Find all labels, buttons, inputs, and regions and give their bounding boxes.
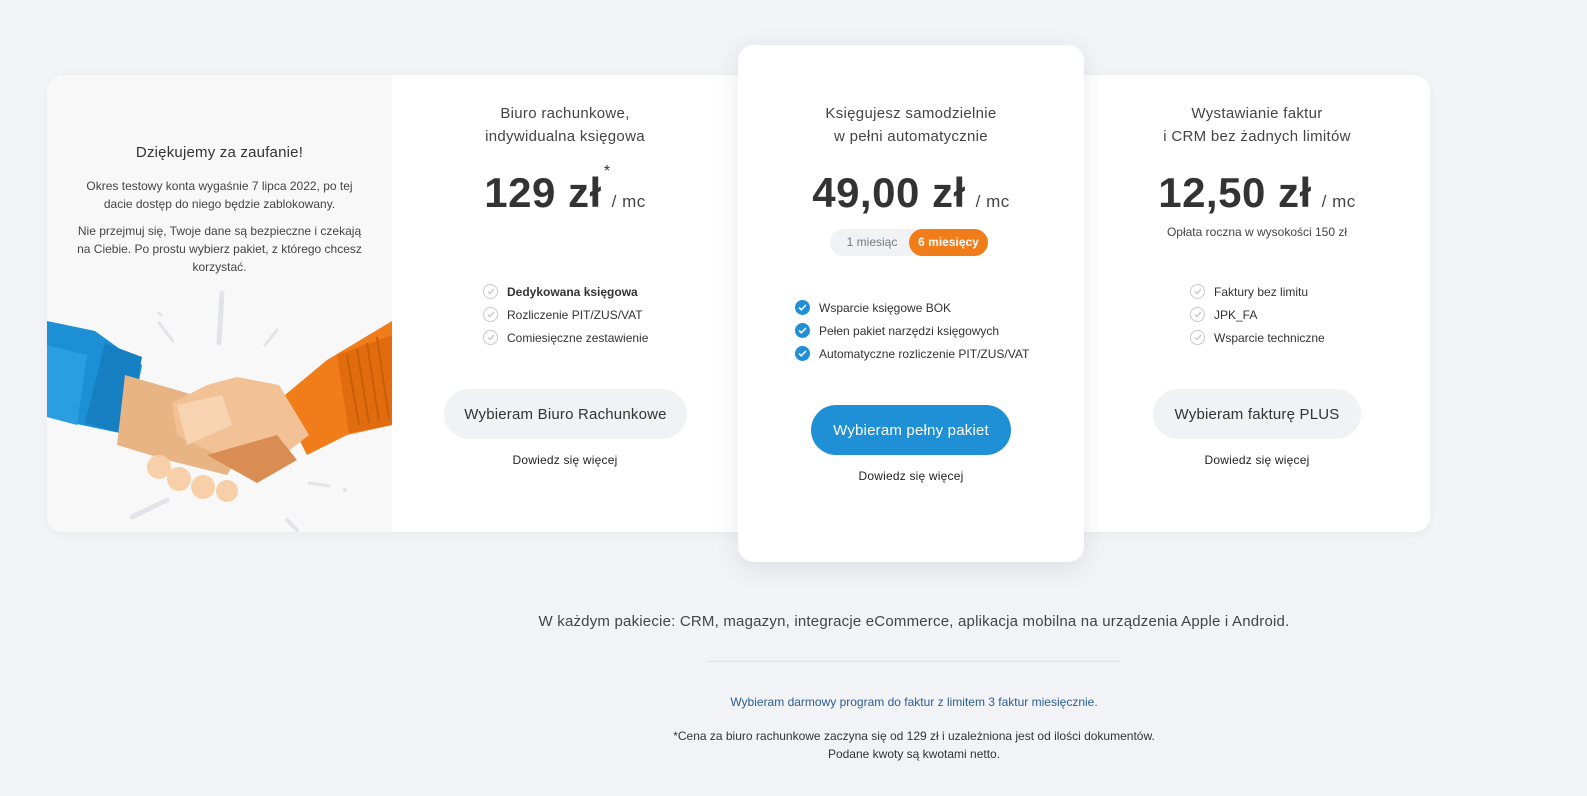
feature-label: Dedykowana księgowa [507, 284, 638, 299]
handshake-illustration [47, 290, 392, 532]
footnote-line2: Podane kwoty są kwotami netto. [827, 747, 1001, 761]
feature-label: Rozliczenie PIT/ZUS/VAT [507, 307, 643, 322]
plan-price: 129 zł * / mc [392, 163, 738, 217]
check-circle-icon [1190, 330, 1205, 345]
check-circle-icon [795, 300, 810, 315]
plan-title-line2: indywidualna księgowa [485, 128, 645, 145]
check-circle-icon [483, 330, 498, 345]
plan-card-auto: Księgujesz samodzielnie w pełni automaty… [738, 45, 1084, 562]
feature-label: Faktury bez limitu [1214, 284, 1309, 299]
price-amount: 12,50 zł [1158, 169, 1312, 216]
feature-item: Automatyczne rozliczenie PIT/ZUS/VAT [795, 342, 1029, 365]
check-circle-icon [795, 323, 810, 338]
feature-label: Pełen pakiet narzędzi księgowych [819, 323, 1000, 338]
plan-card-biuro: Biuro rachunkowe, indywidualna księgowa … [392, 75, 738, 532]
check-circle-icon [483, 284, 498, 299]
feature-label: Wsparcie techniczne [1214, 330, 1325, 345]
choose-biuro-button[interactable]: Wybieram Biuro Rachunkowe [444, 389, 687, 439]
feature-item: Wsparcie techniczne [1190, 326, 1325, 349]
check-circle-icon [795, 346, 810, 361]
plan-title-line1: Biuro rachunkowe, [500, 105, 630, 122]
price-unit: / mc [611, 192, 646, 211]
divider [707, 661, 1120, 662]
price-amount: 49,00 zł [812, 169, 966, 216]
learn-more-link[interactable]: Dowiedz się więcej [1084, 453, 1430, 467]
price-unit: / mc [1321, 192, 1356, 211]
choose-invoice-plus-button[interactable]: Wybieram fakturę PLUS [1153, 389, 1361, 439]
plan-title: Wystawianie faktur i CRM bez żadnych lim… [1084, 102, 1430, 148]
feature-list: Faktury bez limitu JPK_FA Wsparcie techn… [1190, 280, 1325, 349]
plan-title-line2: w pełni automatycznie [834, 128, 988, 145]
intro-panel: Dziękujemy za zaufanie! Okres testowy ko… [47, 75, 392, 532]
feature-item: Wsparcie księgowe BOK [795, 296, 1029, 319]
intro-trial-text: Okres testowy konta wygaśnie 7 lipca 202… [86, 179, 353, 211]
feature-label: JPK_FA [1214, 307, 1258, 322]
feature-list: Wsparcie księgowe BOK Pełen pakiet narzę… [795, 296, 1029, 365]
check-circle-icon [1190, 284, 1205, 299]
billing-option-6-months[interactable]: 6 miesięcy [909, 229, 988, 256]
plan-card-faktury: Wystawianie faktur i CRM bez żadnych lim… [1084, 75, 1430, 532]
check-circle-icon [483, 307, 498, 322]
plan-title: Księgujesz samodzielnie w pełni automaty… [738, 102, 1084, 148]
intro-reassure-text: Nie przejmuj się, Twoje dane są bezpiecz… [77, 224, 362, 274]
feature-label: Comiesięczne zestawienie [507, 330, 649, 345]
price-amount: 129 zł [484, 169, 602, 216]
billing-period-toggle: 1 miesiąc 6 miesięcy [830, 229, 988, 256]
plan-title-line1: Księgujesz samodzielnie [825, 105, 997, 122]
plan-title-line2: i CRM bez żadnych limitów [1163, 128, 1351, 145]
feature-item: Comiesięczne zestawienie [483, 326, 648, 349]
feature-list: Dedykowana księgowa Rozliczenie PIT/ZUS/… [483, 280, 648, 349]
feature-item: Dedykowana księgowa [483, 280, 648, 303]
feature-label: Wsparcie księgowe BOK [819, 300, 952, 315]
price-asterisk: * [603, 163, 611, 180]
plan-title: Biuro rachunkowe, indywidualna księgowa [392, 102, 738, 148]
feature-item: Pełen pakiet narzędzi księgowych [795, 319, 1029, 342]
feature-item: JPK_FA [1190, 303, 1325, 326]
intro-title: Dziękujemy za zaufanie! [135, 144, 304, 161]
check-circle-icon [1190, 307, 1205, 322]
learn-more-link[interactable]: Dowiedz się więcej [738, 469, 1084, 483]
footnote-line1: *Cena za biuro rachunkowe zaczyna się od… [673, 729, 1155, 743]
every-package-note: W każdym pakiecie: CRM, magazyn, integra… [538, 613, 1290, 630]
learn-more-link[interactable]: Dowiedz się więcej [392, 453, 738, 467]
feature-label: Automatyczne rozliczenie PIT/ZUS/VAT [819, 346, 1030, 361]
plan-price: 49,00 zł / mc [738, 169, 1084, 217]
annual-fee-note: Opłata roczna w wysokości 150 zł [1166, 225, 1348, 239]
feature-item: Faktury bez limitu [1190, 280, 1325, 303]
price-footnote: *Cena za biuro rachunkowe zaczyna się od… [0, 727, 1587, 763]
plan-title-line1: Wystawianie faktur [1191, 105, 1323, 122]
free-program-link[interactable]: Wybieram darmowy program do faktur z lim… [0, 695, 1587, 709]
billing-option-1-month[interactable]: 1 miesiąc [838, 229, 906, 256]
feature-item: Rozliczenie PIT/ZUS/VAT [483, 303, 648, 326]
choose-full-package-button[interactable]: Wybieram pełny pakiet [811, 405, 1011, 455]
price-unit: / mc [975, 192, 1010, 211]
plan-price: 12,50 zł / mc [1084, 169, 1430, 217]
